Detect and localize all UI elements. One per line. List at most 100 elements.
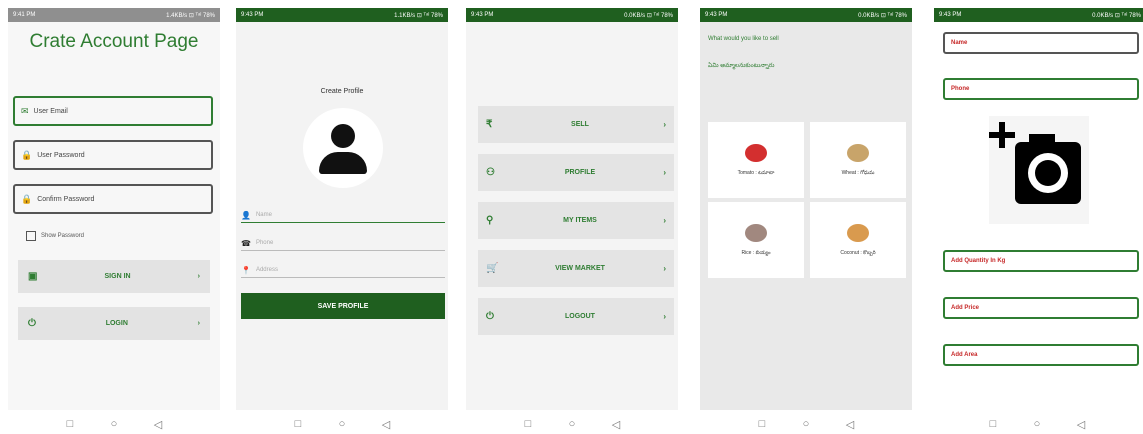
status-time: 9:43 PM (241, 12, 264, 18)
home-icon[interactable]: ○ (799, 418, 813, 430)
menu-item-label: LOGOUT (565, 313, 595, 320)
quantity-input[interactable]: Add Quantity In Kg (943, 250, 1139, 272)
back-icon[interactable]: ◁ (151, 418, 165, 431)
cart-icon: 🛒 (486, 263, 499, 274)
status-bar: 9:43 PM 0.0KB/s ⊡ ᵀᵃˡ 78% (934, 8, 1143, 22)
status-bar: 9:41 PM 1.4KB/s ⊡ ᵀᵃˡ 78% (8, 8, 220, 22)
email-placeholder: User Email (33, 107, 68, 115)
show-password-label: Show Password (41, 233, 85, 239)
check-square-icon: ▣ (28, 271, 38, 282)
page-title: Create Profile (320, 88, 364, 95)
create-profile-screen: 9:43 PM 1.1KB/s ⊡ ᵀᵃˡ 78% Create Profile… (236, 8, 448, 410)
page-title: Crate Account Page (29, 31, 199, 52)
back-icon[interactable]: ◁ (843, 418, 857, 431)
sign-in-button[interactable]: ▣ SIGN IN › (18, 260, 210, 293)
name-input[interactable]: 👤 Name (241, 208, 445, 223)
chevron-right-icon: › (663, 312, 666, 321)
create-account-screen: 9:41 PM 1.4KB/s ⊡ ᵀᵃˡ 78% Crate Account … (8, 8, 220, 410)
area-input[interactable]: Add Area (943, 344, 1139, 366)
status-indicators: 0.0KB/s ⊡ ᵀᵃˡ 78% (624, 12, 673, 19)
rice-icon (745, 223, 767, 242)
phone-placeholder: Phone (255, 240, 274, 246)
add-photo-button[interactable] (989, 116, 1089, 224)
wheat-icon (847, 143, 869, 162)
back-icon[interactable]: ◁ (1074, 418, 1088, 431)
home-icon[interactable]: ○ (565, 418, 579, 430)
password-field[interactable]: 🔒 User Password (13, 140, 213, 170)
item-phone-input[interactable]: Phone (943, 78, 1139, 100)
tile-caption: Wheat : గోధుమ (841, 169, 875, 176)
system-nav-bar: □ ○ ◁ (931, 414, 1143, 434)
lock-icon: 🔒 (21, 149, 33, 160)
location-pin-icon: 📍 (241, 265, 251, 275)
phone-input[interactable]: ☎ Phone (241, 236, 445, 251)
home-icon[interactable]: ○ (1030, 418, 1044, 430)
tile-coconut[interactable]: Coconut : కొబ్బరి (810, 202, 906, 278)
coconut-icon (847, 223, 869, 242)
tile-caption: Tomato : టమాటా (737, 169, 775, 176)
back-icon[interactable]: ◁ (609, 418, 623, 431)
mail-icon: ✉ (21, 105, 29, 116)
recent-apps-icon[interactable]: □ (521, 418, 535, 430)
menu-item-profile[interactable]: ⚇ PROFILE › (478, 154, 674, 191)
menu-item-logout[interactable]: ⏻ LOGOUT › (478, 298, 674, 335)
recent-apps-icon[interactable]: □ (291, 418, 305, 430)
recent-apps-icon[interactable]: □ (986, 418, 1000, 430)
sell-question: What would you like to sell (708, 36, 779, 42)
back-icon[interactable]: ◁ (379, 418, 393, 431)
password-placeholder: User Password (37, 151, 85, 159)
tile-caption: Coconut : కొబ్బరి (840, 249, 876, 256)
avatar-head-icon (331, 124, 355, 148)
tomato-icon (745, 143, 767, 162)
name-placeholder: Name (255, 212, 272, 218)
tile-wheat[interactable]: Wheat : గోధుమ (810, 122, 906, 198)
checkbox-icon (26, 231, 36, 241)
show-password-checkbox[interactable]: Show Password (26, 231, 84, 241)
avatar[interactable] (303, 108, 383, 188)
menu-item-sell[interactable]: ₹ SELL › (478, 106, 674, 143)
menu-item-label: PROFILE (564, 169, 596, 176)
confirm-password-field[interactable]: 🔒 Confirm Password (13, 184, 213, 214)
recent-apps-icon[interactable]: □ (63, 418, 77, 430)
status-time: 9:43 PM (471, 12, 494, 18)
home-icon[interactable]: ○ (107, 418, 121, 430)
menu-item-view-market[interactable]: 🛒 VIEW MARKET › (478, 250, 674, 287)
login-button[interactable]: ⏻ LOGIN › (18, 307, 210, 340)
system-nav-bar: □ ○ ◁ (700, 414, 912, 434)
email-field[interactable]: ✉ User Email (13, 96, 213, 126)
menu-item-label: VIEW MARKET (555, 265, 605, 272)
status-indicators: 0.0KB/s ⊡ ᵀᵃˡ 78% (858, 12, 907, 19)
address-input[interactable]: 📍 Address (241, 263, 445, 278)
power-icon: ⏻ (28, 318, 36, 329)
add-photo-camera-icon (989, 116, 1089, 224)
chevron-right-icon: › (663, 168, 666, 177)
chevron-right-icon: › (197, 273, 200, 280)
item-name-input[interactable]: Name (943, 32, 1139, 54)
home-menu-screen: 9:43 PM 0.0KB/s ⊡ ᵀᵃˡ 78% ₹ SELL › ⚇ PRO… (466, 8, 678, 410)
sell-question-local: ఏమి అమ్మాలనుకుంటున్నారు (708, 63, 775, 69)
add-item-screen: 9:43 PM 0.0KB/s ⊡ ᵀᵃˡ 78% Name Phone Add… (934, 8, 1143, 410)
chevron-right-icon: › (663, 216, 666, 225)
avatar-body-icon (319, 152, 367, 174)
rupee-icon: ₹ (486, 119, 493, 130)
person-icon: 👤 (241, 210, 251, 220)
price-input[interactable]: Add Price (943, 297, 1139, 319)
items-icon: ⚲ (486, 215, 494, 226)
recent-apps-icon[interactable]: □ (755, 418, 769, 430)
person-icon: ⚇ (486, 167, 495, 178)
login-label: LOGIN (105, 320, 128, 327)
status-bar: 9:43 PM 0.0KB/s ⊡ ᵀᵃˡ 78% (700, 8, 912, 22)
tile-rice[interactable]: Rice : బియ్యం (708, 202, 804, 278)
confirm-placeholder: Confirm Password (37, 195, 95, 203)
save-profile-button[interactable]: SAVE PROFILE (241, 293, 445, 319)
status-indicators: 0.0KB/s ⊡ ᵀᵃˡ 78% (1092, 12, 1141, 19)
status-indicators: 1.4KB/s ⊡ ᵀᵃˡ 78% (166, 12, 215, 19)
status-bar: 9:43 PM 0.0KB/s ⊡ ᵀᵃˡ 78% (466, 8, 678, 22)
menu-item-label: MY ITEMS (563, 217, 597, 224)
home-icon[interactable]: ○ (335, 418, 349, 430)
chevron-right-icon: › (197, 320, 200, 327)
system-nav-bar: □ ○ ◁ (8, 414, 220, 434)
tile-tomato[interactable]: Tomato : టమాటా (708, 122, 804, 198)
menu-item-my-items[interactable]: ⚲ MY ITEMS › (478, 202, 674, 239)
sell-category-screen: 9:43 PM 0.0KB/s ⊡ ᵀᵃˡ 78% What would you… (700, 8, 912, 410)
